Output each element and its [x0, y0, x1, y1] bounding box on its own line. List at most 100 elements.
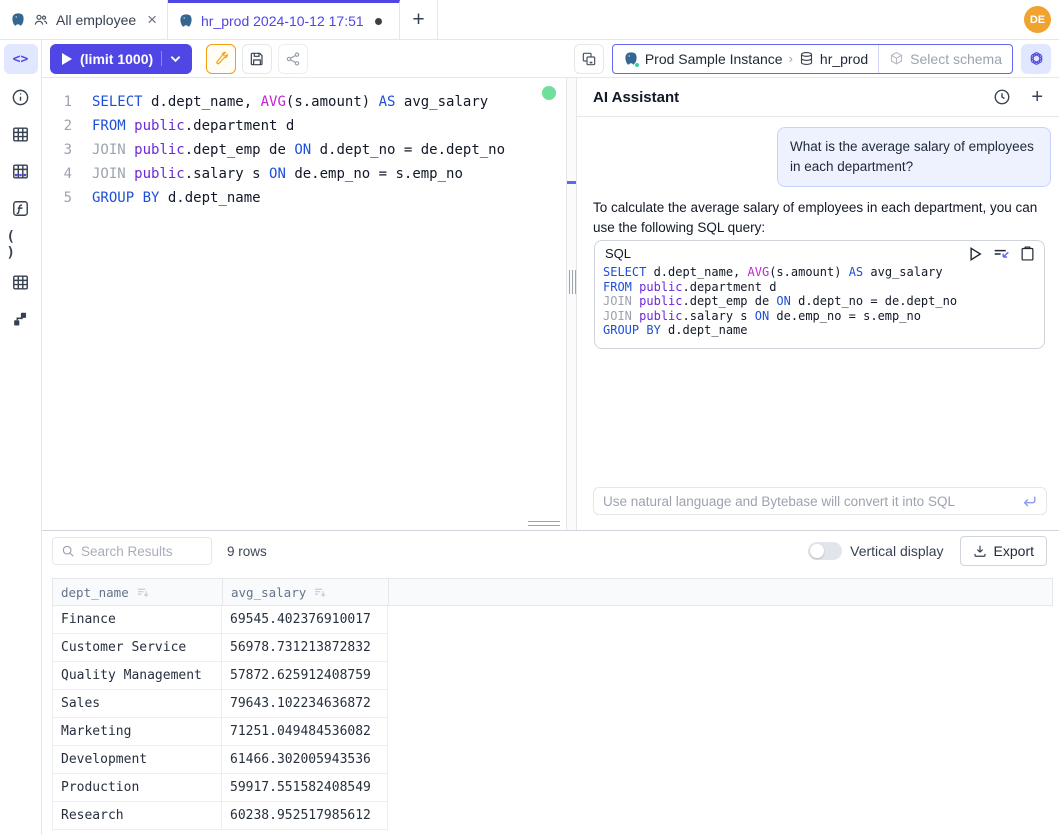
new-tab-button[interactable]: +	[400, 0, 438, 39]
ai-code-block: SELECT d.dept_name, AVG(s.amount) AS avg…	[595, 262, 1044, 348]
tab-label: hr_prod 2024-10-12 17:51	[201, 13, 364, 29]
new-chat-icon[interactable]: +	[1031, 87, 1043, 107]
table-row[interactable]: Sales79643.102234636872	[52, 690, 1053, 718]
save-sheet-button[interactable]	[242, 44, 272, 74]
splitter-drag-handle[interactable]	[569, 270, 576, 294]
code-language-label: SQL	[605, 246, 631, 261]
run-code-icon[interactable]	[969, 247, 982, 261]
table-cell: Finance	[52, 606, 222, 634]
tab-all-employee[interactable]: All employee ×	[0, 0, 168, 39]
code-card-header: SQL	[595, 241, 1044, 262]
group-icon	[33, 12, 49, 28]
tab-label: All employee	[56, 12, 136, 28]
enter-return-icon[interactable]	[1022, 495, 1037, 508]
history-clock-icon[interactable]	[993, 88, 1011, 106]
results-table-body: Finance69545.402376910017Customer Servic…	[52, 606, 1053, 830]
left-sidebar: <> ( )	[0, 40, 42, 835]
table-cell: 57872.625912408759	[222, 662, 388, 690]
table-cell: 61466.302005943536	[222, 746, 388, 774]
table-row[interactable]: Development61466.302005943536	[52, 746, 1053, 774]
tab-bar: All employee × hr_prod 2024-10-12 17:51 …	[0, 0, 1059, 40]
ai-prompt-input[interactable]	[603, 494, 1016, 509]
header-filler	[389, 579, 1052, 605]
select-schema-button[interactable]: Select schema	[879, 51, 1012, 67]
connection-status-dot	[634, 62, 640, 68]
table-cell: Marketing	[52, 718, 222, 746]
editor-toolbar: (limit 1000)	[42, 40, 1059, 78]
vertical-display-toggle[interactable]	[808, 542, 842, 560]
ai-code-line: FROM public.department d	[603, 280, 1034, 295]
share-button[interactable]	[278, 44, 308, 74]
table-row[interactable]: Quality Management57872.625912408759	[52, 662, 1053, 690]
postgres-icon	[10, 12, 26, 28]
splitter-scroll-indicator	[567, 181, 576, 184]
search-results-input[interactable]	[81, 544, 191, 559]
function-icon[interactable]	[7, 194, 35, 222]
ai-panel-header: AI Assistant +	[577, 78, 1059, 117]
ai-assistant-button[interactable]	[1021, 44, 1051, 74]
openai-icon	[1028, 50, 1045, 67]
instance-label: Prod Sample Instance	[645, 51, 783, 67]
export-button[interactable]: Export	[960, 536, 1047, 566]
tab-hr-prod[interactable]: hr_prod 2024-10-12 17:51	[168, 0, 400, 39]
insert-to-editor-icon[interactable]	[993, 247, 1010, 261]
vertical-display-label: Vertical display	[850, 543, 943, 559]
sort-icon[interactable]	[313, 586, 326, 599]
copy-code-icon[interactable]	[1021, 246, 1034, 261]
table-cell: Quality Management	[52, 662, 222, 690]
connection-main: Prod Sample Instance › hr_prod	[613, 51, 878, 67]
schema-diagram-icon[interactable]	[7, 305, 35, 333]
table-row[interactable]: Finance69545.402376910017	[52, 606, 1053, 634]
parentheses-icon[interactable]: ( )	[7, 231, 35, 259]
table-row[interactable]: Research60238.952517985612	[52, 802, 1053, 830]
info-icon[interactable]	[7, 83, 35, 111]
vertical-splitter[interactable]	[566, 78, 577, 530]
table-cell: 79643.102234636872	[222, 690, 388, 718]
search-results-box[interactable]	[52, 537, 212, 565]
unsaved-dot-icon	[375, 18, 382, 25]
close-icon[interactable]: ×	[147, 11, 157, 28]
editor-lines: 1SELECT d.dept_name, AVG(s.amount) AS av…	[42, 78, 566, 210]
user-avatar[interactable]: DE	[1024, 6, 1051, 33]
postgres-icon	[623, 51, 639, 67]
batch-query-icon	[581, 51, 597, 67]
cube-icon	[889, 51, 904, 66]
select-schema-label: Select schema	[910, 51, 1002, 67]
column-header-dept-name[interactable]: dept_name	[53, 579, 223, 605]
download-icon	[973, 544, 987, 558]
connection-selector[interactable]: Prod Sample Instance › hr_prod Select sc…	[612, 44, 1013, 74]
sort-icon[interactable]	[136, 586, 149, 599]
ai-input-container	[593, 487, 1047, 515]
table-row[interactable]: Customer Service56978.731213872832	[52, 634, 1053, 662]
row-count-label: 9 rows	[227, 544, 267, 559]
run-button-label: (limit 1000)	[80, 51, 153, 67]
format-sql-button[interactable]	[206, 44, 236, 74]
ai-assistant-panel: AI Assistant + What is the average salar…	[577, 78, 1059, 530]
results-toolbar: 9 rows Vertical display Export	[42, 531, 1059, 571]
toolbar-right: Prod Sample Instance › hr_prod Select sc…	[574, 44, 1051, 74]
postgres-icon	[178, 13, 194, 29]
run-query-button[interactable]: (limit 1000)	[50, 44, 192, 74]
editor-code-line: 4JOIN public.salary s ON de.emp_no = s.e…	[42, 162, 566, 186]
table-cell: Sales	[52, 690, 222, 718]
toggle-knob	[810, 544, 824, 558]
save-icon	[249, 51, 265, 67]
search-icon	[61, 544, 75, 558]
table-detail-icon[interactable]	[7, 268, 35, 296]
table-row[interactable]: Marketing71251.049484536082	[52, 718, 1053, 746]
tables-icon[interactable]	[7, 120, 35, 148]
chevron-down-icon	[170, 55, 181, 63]
table-cell: 69545.402376910017	[222, 606, 388, 634]
ai-response-text: To calculate the average salary of emplo…	[593, 198, 1051, 238]
horizontal-splitter-handle[interactable]	[528, 521, 560, 529]
sidebar-item-worksheet[interactable]: <>	[4, 44, 38, 74]
sample-data-icon[interactable]	[7, 157, 35, 185]
wrench-icon	[213, 51, 229, 67]
editor-code-line: 5GROUP BY d.dept_name	[42, 186, 566, 210]
toolbar-left: (limit 1000)	[50, 44, 308, 74]
table-row[interactable]: Production59917.551582408549	[52, 774, 1053, 802]
table-cell: 60238.952517985612	[222, 802, 388, 830]
sql-editor[interactable]: 1SELECT d.dept_name, AVG(s.amount) AS av…	[42, 78, 566, 530]
column-header-avg-salary[interactable]: avg_salary	[223, 579, 389, 605]
batch-query-button[interactable]	[574, 44, 604, 74]
